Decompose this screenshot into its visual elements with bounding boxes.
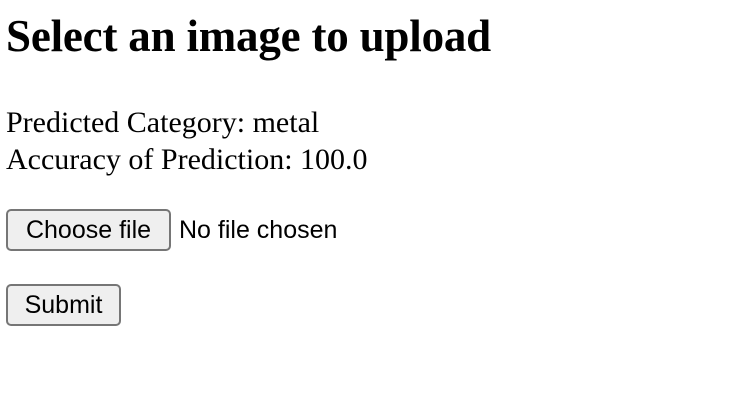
choose-file-button[interactable]: Choose file xyxy=(6,209,171,251)
submit-row: Submit xyxy=(6,284,121,326)
file-input: Choose file No file chosen xyxy=(6,209,337,251)
file-status-text: No file chosen xyxy=(179,215,338,244)
prediction-accuracy-text: Accuracy of Prediction: 100.0 xyxy=(6,143,368,176)
page-title: Select an image to upload xyxy=(6,11,491,61)
predicted-category-text: Predicted Category: metal xyxy=(6,106,320,139)
prediction-results: Predicted Category: metal Accuracy of Pr… xyxy=(6,104,368,178)
submit-button[interactable]: Submit xyxy=(6,284,121,326)
